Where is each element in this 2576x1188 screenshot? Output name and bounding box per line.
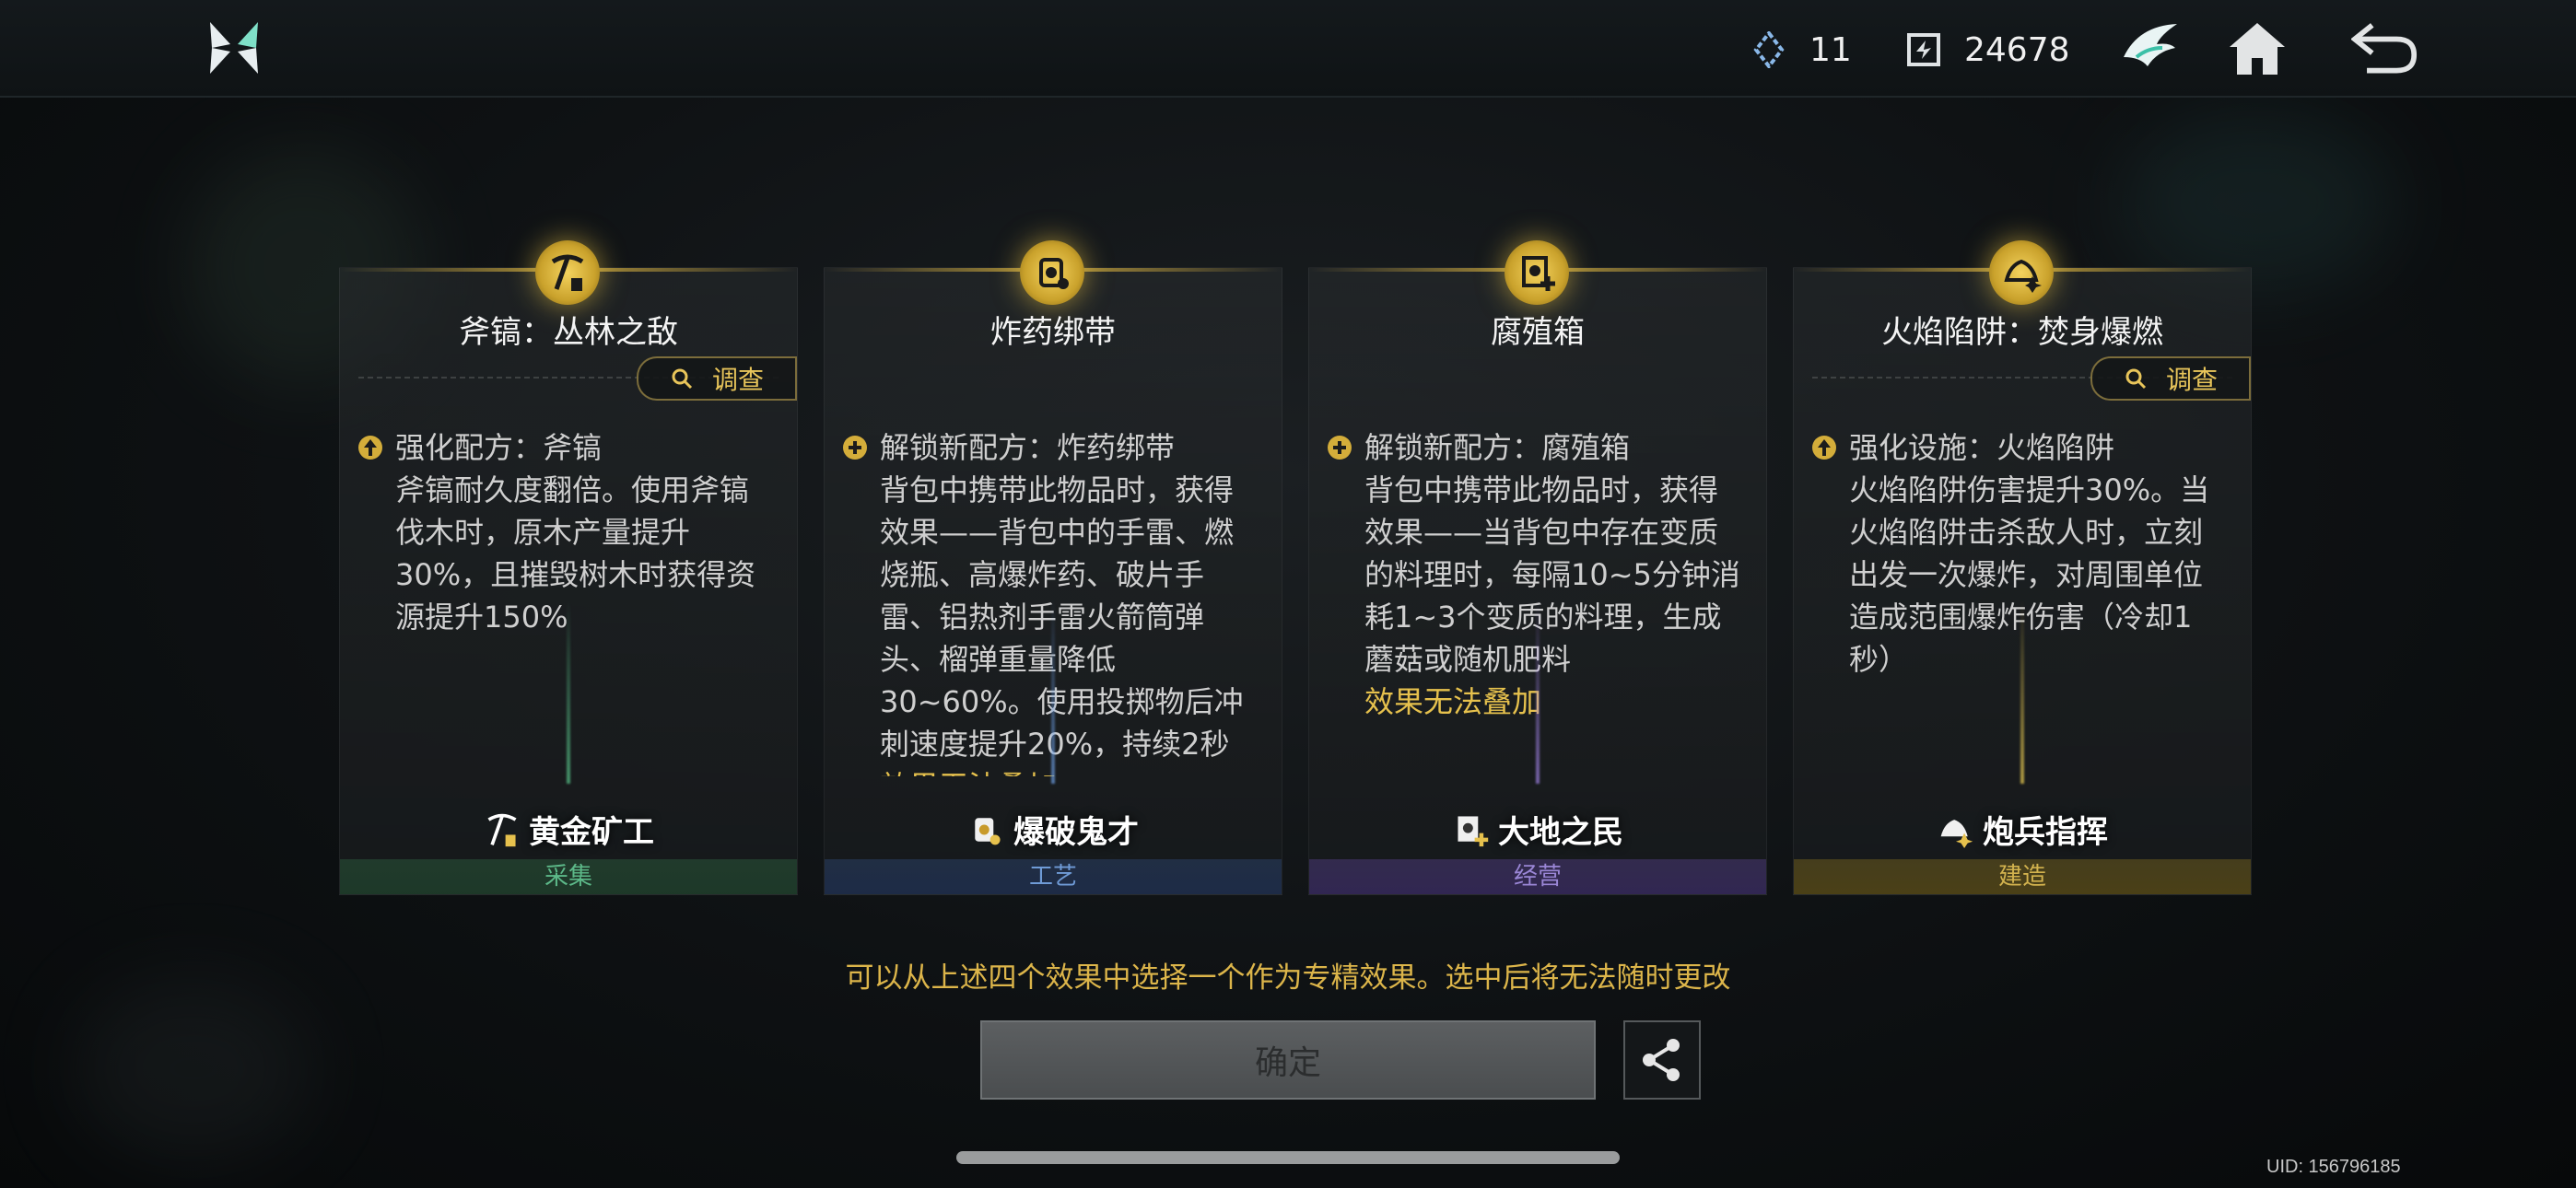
effect-heading: 解锁新配方：腐殖箱 (1364, 430, 1631, 465)
effect-heading: 强化设施：火焰陷阱 (1849, 430, 2115, 465)
card-description: 解锁新配方：腐殖箱 背包中携带此物品时，获得效果——当背包中存在变质的料理时，每… (1326, 426, 1742, 776)
home-indicator[interactable] (956, 1151, 1620, 1164)
effect-card-4[interactable]: 火焰陷阱：焚身爆燃 调查 强化设施：火焰陷阱 火焰陷阱伤害提升30%。当火焰陷阱… (1793, 240, 2252, 895)
effect-body: 背包中携带此物品时，获得效果——当背包中存在变质的料理时，每隔10~5分钟消耗1… (1364, 472, 1740, 677)
investigate-label: 调查 (2165, 365, 2218, 395)
skill-name: 炮兵指挥 (1794, 807, 2251, 852)
share-button[interactable] (1623, 1020, 1701, 1100)
card-description: 解锁新配方：炸药绑带 背包中携带此物品时，获得效果——背包中的手雷、燃烧瓶、高爆… (841, 426, 1258, 776)
category-label: 经营 (1309, 859, 1766, 894)
skill-label: 黄金矿工 (529, 814, 654, 851)
effect-note: 效果无法叠加 (1364, 684, 1542, 719)
coin-counter: 24678 (1903, 24, 2070, 76)
effect-heading: 强化配方：斧镐 (395, 430, 603, 465)
skill-name: 黄金矿工 (340, 807, 797, 852)
skill-name: 爆破鬼才 (825, 807, 1282, 852)
skill-label: 大地之民 (1498, 814, 1623, 851)
crystal-count: 11 (1809, 30, 1852, 69)
share-icon (1643, 1039, 1680, 1081)
dynamite-belt-icon (1020, 240, 1084, 305)
category-label: 工艺 (825, 859, 1282, 894)
card-title: 炸药绑带 (990, 314, 1116, 351)
dynamite-belt-icon (967, 810, 1006, 849)
compost-box-icon (1505, 240, 1569, 305)
search-icon (672, 368, 693, 390)
card-description: 强化设施：火焰陷阱 火焰陷阱伤害提升30%。当火焰陷阱击杀敌人时，立刻出发一次爆… (1810, 426, 2227, 776)
back-arrow-icon[interactable] (2351, 15, 2418, 81)
skill-name: 大地之民 (1309, 807, 1766, 852)
card-title: 斧镐：丛林之敌 (459, 314, 678, 351)
investigate-label: 调查 (711, 365, 764, 395)
uid-label: UID: 156796185 (2266, 1157, 2401, 1177)
unlock-plus-icon (1328, 436, 1352, 460)
light-beam (567, 600, 570, 784)
top-bar: 11 24678 (0, 0, 2576, 98)
category-label: 建造 (1794, 859, 2251, 894)
selection-notice: 可以从上述四个效果中选择一个作为专精效果。选中后将无法随时更改 (845, 961, 1731, 995)
upgrade-icon (1812, 436, 1836, 460)
skill-label: 炮兵指挥 (1983, 814, 2108, 851)
effect-card-2[interactable]: 炸药绑带 解锁新配方：炸药绑带 背包中携带此物品时，获得效果——背包中的手雷、燃… (824, 240, 1282, 895)
compost-box-icon (1452, 810, 1491, 849)
effect-body: 斧镐耐久度翻倍。使用斧镐伐木时，原木产量提升30%，且摧毁树木时获得资源提升15… (395, 472, 756, 635)
crystal-icon (1749, 29, 1789, 70)
card-title: 腐殖箱 (1491, 314, 1585, 351)
game-logo-icon (203, 17, 265, 79)
light-beam (1051, 600, 1055, 784)
unlock-plus-icon (843, 436, 867, 460)
effect-card-3[interactable]: 腐殖箱 解锁新配方：腐殖箱 背包中携带此物品时，获得效果——当背包中存在变质的料… (1308, 240, 1767, 895)
coin-count: 24678 (1964, 30, 2070, 69)
home-icon[interactable] (2224, 15, 2290, 81)
effect-note: 效果无法叠加 (841, 765, 1258, 776)
pickaxe-icon (483, 810, 521, 849)
coin-icon (1903, 29, 1944, 70)
effect-body: 火焰陷阱伤害提升30%。当火焰陷阱击杀敌人时，立刻出发一次爆炸，对周围单位造成范… (1849, 472, 2210, 677)
light-beam (2020, 600, 2024, 784)
fire-trap-icon (1989, 240, 2054, 305)
upgrade-icon (358, 436, 382, 460)
card-title: 火焰陷阱：焚身爆燃 (1881, 314, 2163, 351)
category-label: 采集 (340, 859, 797, 894)
effect-heading: 解锁新配方：炸药绑带 (880, 430, 1176, 465)
skill-label: 爆破鬼才 (1013, 814, 1139, 851)
confirm-button[interactable]: 确定 (980, 1020, 1596, 1100)
artillery-icon (1937, 810, 1975, 849)
investigate-button[interactable]: 调查 (637, 356, 797, 401)
investigate-button[interactable]: 调查 (2090, 356, 2251, 401)
effect-body: 背包中携带此物品时，获得效果——背包中的手雷、燃烧瓶、高爆炸药、破片手雷、铝热剂… (880, 472, 1244, 762)
card-description: 强化配方：斧镐 斧镐耐久度翻倍。使用斧镐伐木时，原木产量提升30%，且摧毁树木时… (357, 426, 773, 776)
effect-card-1[interactable]: 斧镐：丛林之敌 调查 强化配方：斧镐 斧镐耐久度翻倍。使用斧镐伐木时，原木产量提… (339, 240, 798, 895)
search-icon (2125, 368, 2147, 390)
wing-emblem-icon[interactable] (2117, 15, 2184, 81)
pickaxe-icon (535, 240, 600, 305)
light-beam (1536, 600, 1540, 784)
crystal-counter: 11 (1749, 24, 1852, 76)
